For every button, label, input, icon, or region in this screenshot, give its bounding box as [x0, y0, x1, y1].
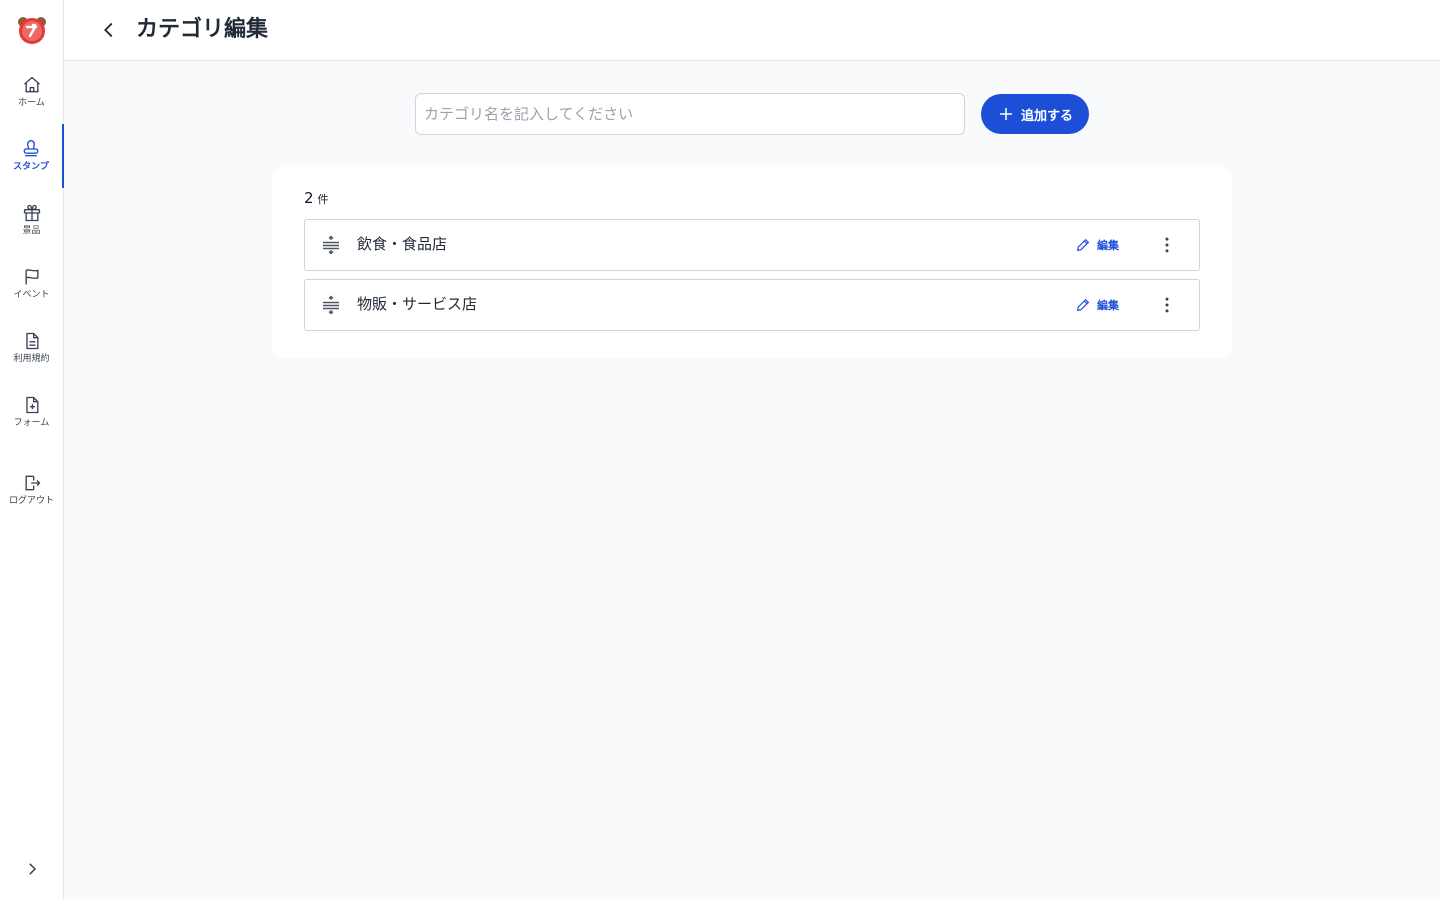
edit-label: 編集: [1097, 239, 1119, 252]
edit-label: 編集: [1097, 299, 1119, 312]
sidebar-item-label: ホーム: [18, 98, 45, 108]
add-category-button[interactable]: 追加する: [981, 94, 1089, 134]
sidebar-item-label: 利用規約: [13, 354, 50, 364]
home-icon: [23, 76, 40, 93]
gift-icon: [23, 204, 40, 222]
sidebar-item-label: 景品: [22, 226, 41, 236]
more-options-button[interactable]: [1155, 232, 1179, 258]
sidebar-item-forms[interactable]: フォーム: [0, 380, 63, 444]
item-count-value: 2: [304, 189, 314, 207]
chevron-left-icon: [104, 22, 113, 38]
sidebar-item-label: イベント: [13, 290, 50, 300]
sidebar-item-label: スタンプ: [13, 162, 49, 172]
back-button[interactable]: [96, 17, 122, 43]
more-options-button[interactable]: [1155, 292, 1179, 318]
sidebar-item-label: フォーム: [13, 418, 50, 428]
item-count-unit: 件: [317, 193, 329, 206]
logout-icon: [25, 475, 40, 491]
document-icon: [25, 332, 38, 350]
drag-handle-icon[interactable]: [321, 235, 341, 255]
form-icon: [25, 396, 38, 414]
chevron-right-icon: [29, 863, 37, 875]
page-title: カテゴリ編集: [136, 17, 269, 42]
sidebar-item-stamp[interactable]: スタンプ: [0, 124, 64, 188]
page-header: カテゴリ編集: [64, 0, 1440, 61]
more-vertical-icon: [1165, 297, 1169, 313]
sidebar-item-events[interactable]: イベント: [0, 252, 63, 316]
flag-icon: [25, 269, 38, 285]
sidebar-item-prizes[interactable]: 景品: [0, 188, 63, 252]
list-item: 物販・サービス店 編集: [304, 279, 1200, 331]
category-list-card: 2 件 飲食・食品店 編集 物販・サービス店 編集: [272, 167, 1232, 358]
list-item: 飲食・食品店 編集: [304, 219, 1200, 271]
sidebar-item-home[interactable]: ホーム: [0, 60, 63, 124]
pencil-icon: [1076, 298, 1090, 312]
edit-button[interactable]: 編集: [1075, 235, 1119, 255]
edit-button[interactable]: 編集: [1075, 295, 1119, 315]
add-category-label: 追加する: [1020, 108, 1073, 124]
category-name: 飲食・食品店: [357, 235, 448, 253]
drag-handle-icon[interactable]: [321, 295, 341, 315]
brand-logo[interactable]: [16, 14, 48, 46]
category-name-input[interactable]: [415, 93, 965, 135]
item-count: 2 件: [304, 189, 329, 207]
sidebar-expand-button[interactable]: [20, 857, 44, 881]
more-vertical-icon: [1165, 237, 1169, 253]
sidebar-item-terms[interactable]: 利用規約: [0, 316, 63, 380]
logo-icon: [18, 17, 46, 44]
sidebar-item-label: ログアウト: [8, 496, 54, 506]
sidebar: ホーム スタンプ 景品 イベント 利用規約 フォーム ログアウト: [0, 0, 64, 899]
pencil-icon: [1076, 238, 1090, 252]
stamp-icon: [23, 140, 39, 157]
sidebar-item-logout[interactable]: ログアウト: [0, 458, 63, 522]
category-name: 物販・サービス店: [357, 295, 478, 313]
plus-icon: [999, 108, 1012, 120]
